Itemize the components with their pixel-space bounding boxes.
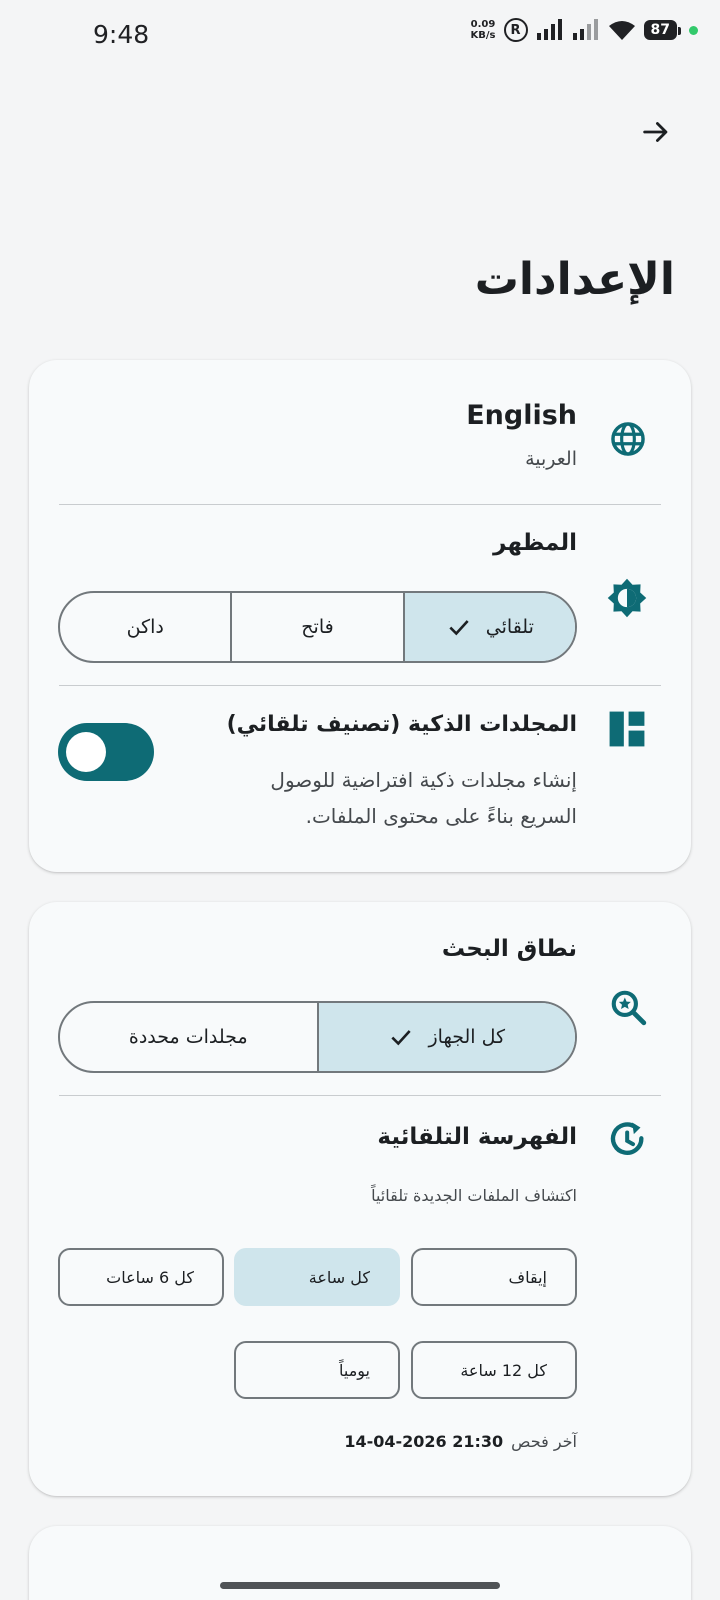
signal-icon: [536, 19, 562, 40]
auto-indexing-title: الفهرسة التلقائية: [377, 1124, 577, 1150]
language-title: English: [466, 400, 577, 431]
search-scope-title: نطاق البحث: [441, 936, 577, 962]
appearance-option-light[interactable]: فاتح: [230, 593, 402, 661]
divider: [59, 685, 661, 686]
appearance-title: المظهر: [493, 530, 577, 556]
status-time: 9:48: [93, 20, 150, 49]
smart-folders-description: إنشاء مجلدات ذكية افتراضية للوصول السريع…: [270, 768, 577, 828]
back-button[interactable]: [636, 112, 676, 152]
status-bar: 9:48 0.09 KB/s R 87: [0, 0, 720, 66]
indexing-option-6h[interactable]: كل 6 ساعات: [58, 1248, 224, 1306]
check-icon: [391, 1030, 412, 1046]
auto-indexing-description: اكتشاف الملفات الجديدة تلقائياً: [371, 1186, 577, 1205]
smart-folders-toggle[interactable]: [58, 723, 154, 781]
search-star-icon: [611, 990, 647, 1026]
scope-option-device[interactable]: كل الجهاز: [316, 1003, 575, 1071]
status-icons: 0.09 KB/s R 87: [471, 18, 698, 42]
general-settings-card: English العربية المظهر تلقائي فاتح داكن …: [29, 360, 691, 872]
history-icon: [610, 1122, 644, 1155]
battery-icon: 87: [643, 20, 682, 40]
appearance-option-dark[interactable]: داكن: [60, 593, 230, 661]
check-icon: [449, 620, 469, 636]
divider: [59, 1095, 661, 1096]
signal-weak-icon: [572, 19, 598, 40]
wifi-icon: [608, 21, 635, 40]
indexing-option-12h[interactable]: كل 12 ساعة: [411, 1341, 577, 1399]
registered-icon: R: [503, 18, 528, 42]
appearance-option-auto[interactable]: تلقائي: [402, 593, 575, 661]
divider: [59, 504, 661, 505]
smart-folders-title: المجلدات الذكية (تصنيف تلقائي): [226, 712, 577, 737]
arrow-forward-icon: [643, 122, 668, 142]
indexing-option-off[interactable]: إيقاف: [411, 1248, 577, 1306]
home-indicator[interactable]: [220, 1582, 500, 1589]
language-row[interactable]: English العربية: [29, 360, 691, 505]
language-subtitle: العربية: [525, 448, 577, 470]
search-settings-card: نطاق البحث كل الجهاز مجلدات محددة الفهرس…: [29, 902, 691, 1496]
last-scan-label: آخر فحص: [511, 1432, 577, 1451]
dashboard-icon: [609, 711, 645, 747]
globe-icon: [611, 422, 645, 456]
brightness-icon: [607, 578, 647, 618]
network-speed: 0.09 KB/s: [470, 19, 496, 41]
indexing-option-daily[interactable]: يومياً: [234, 1341, 400, 1399]
last-scan-value: 14-04-2026 21:30: [344, 1432, 504, 1451]
page-title: الإعدادات: [474, 254, 675, 305]
scope-option-folders[interactable]: مجلدات محددة: [60, 1003, 317, 1071]
privacy-dot: [689, 25, 698, 35]
appearance-segmented: تلقائي فاتح داكن: [58, 591, 577, 663]
search-scope-segmented: كل الجهاز مجلدات محددة: [58, 1001, 577, 1073]
last-scan: آخر فحص 14-04-2026 21:30: [344, 1432, 577, 1451]
indexing-option-hourly[interactable]: كل ساعة: [234, 1248, 400, 1306]
toggle-knob: [66, 732, 106, 772]
